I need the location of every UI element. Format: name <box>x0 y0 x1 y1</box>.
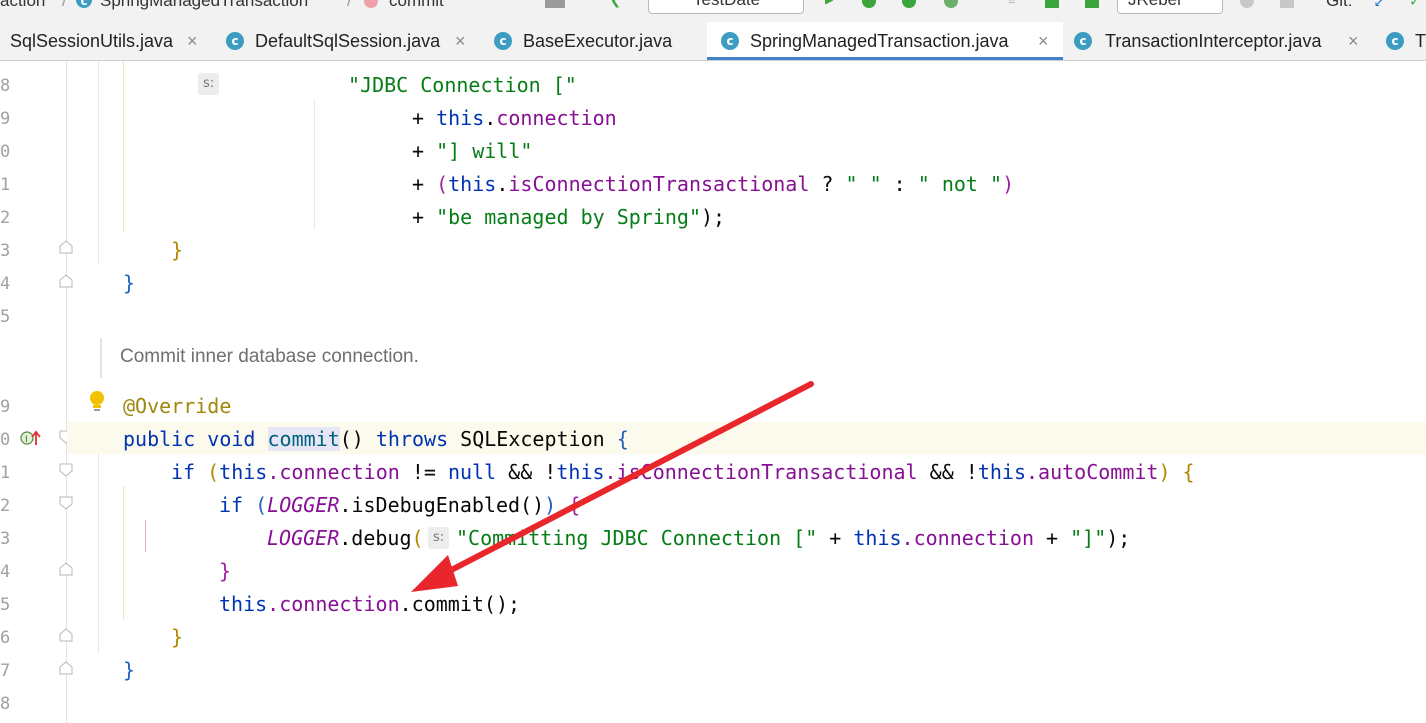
code-line: } <box>123 271 136 295</box>
param-hint: s: <box>428 527 450 549</box>
code-line: } <box>219 559 232 583</box>
code-line: public void commit() throws SQLException… <box>123 427 629 451</box>
code-line: + (this.isConnectionTransactional ? " " … <box>412 172 1015 196</box>
code-line: if (this.connection != null && !this.isC… <box>171 460 1195 484</box>
code-line: if (LOGGER.isDebugEnabled()) { <box>219 493 581 517</box>
code-line: @Override <box>123 394 232 418</box>
code-line: LOGGER.debug( <box>267 526 424 550</box>
code-line: this.connection.commit(); <box>219 592 521 616</box>
code-line: + "] will" <box>412 139 533 163</box>
code-editor[interactable]: s: "JDBC Connection [" + this.connection… <box>0 0 1426 723</box>
param-hint: s: <box>198 73 220 95</box>
code-line: } <box>171 238 184 262</box>
code-line: } <box>171 625 184 649</box>
code-line: } <box>123 658 136 682</box>
code-line: + "be managed by Spring"); <box>412 205 726 229</box>
code-line: "JDBC Connection [" <box>348 73 577 97</box>
code-line: "Committing JDBC Connection [" + this.co… <box>456 526 1131 550</box>
code-line: + this.connection <box>412 106 617 130</box>
